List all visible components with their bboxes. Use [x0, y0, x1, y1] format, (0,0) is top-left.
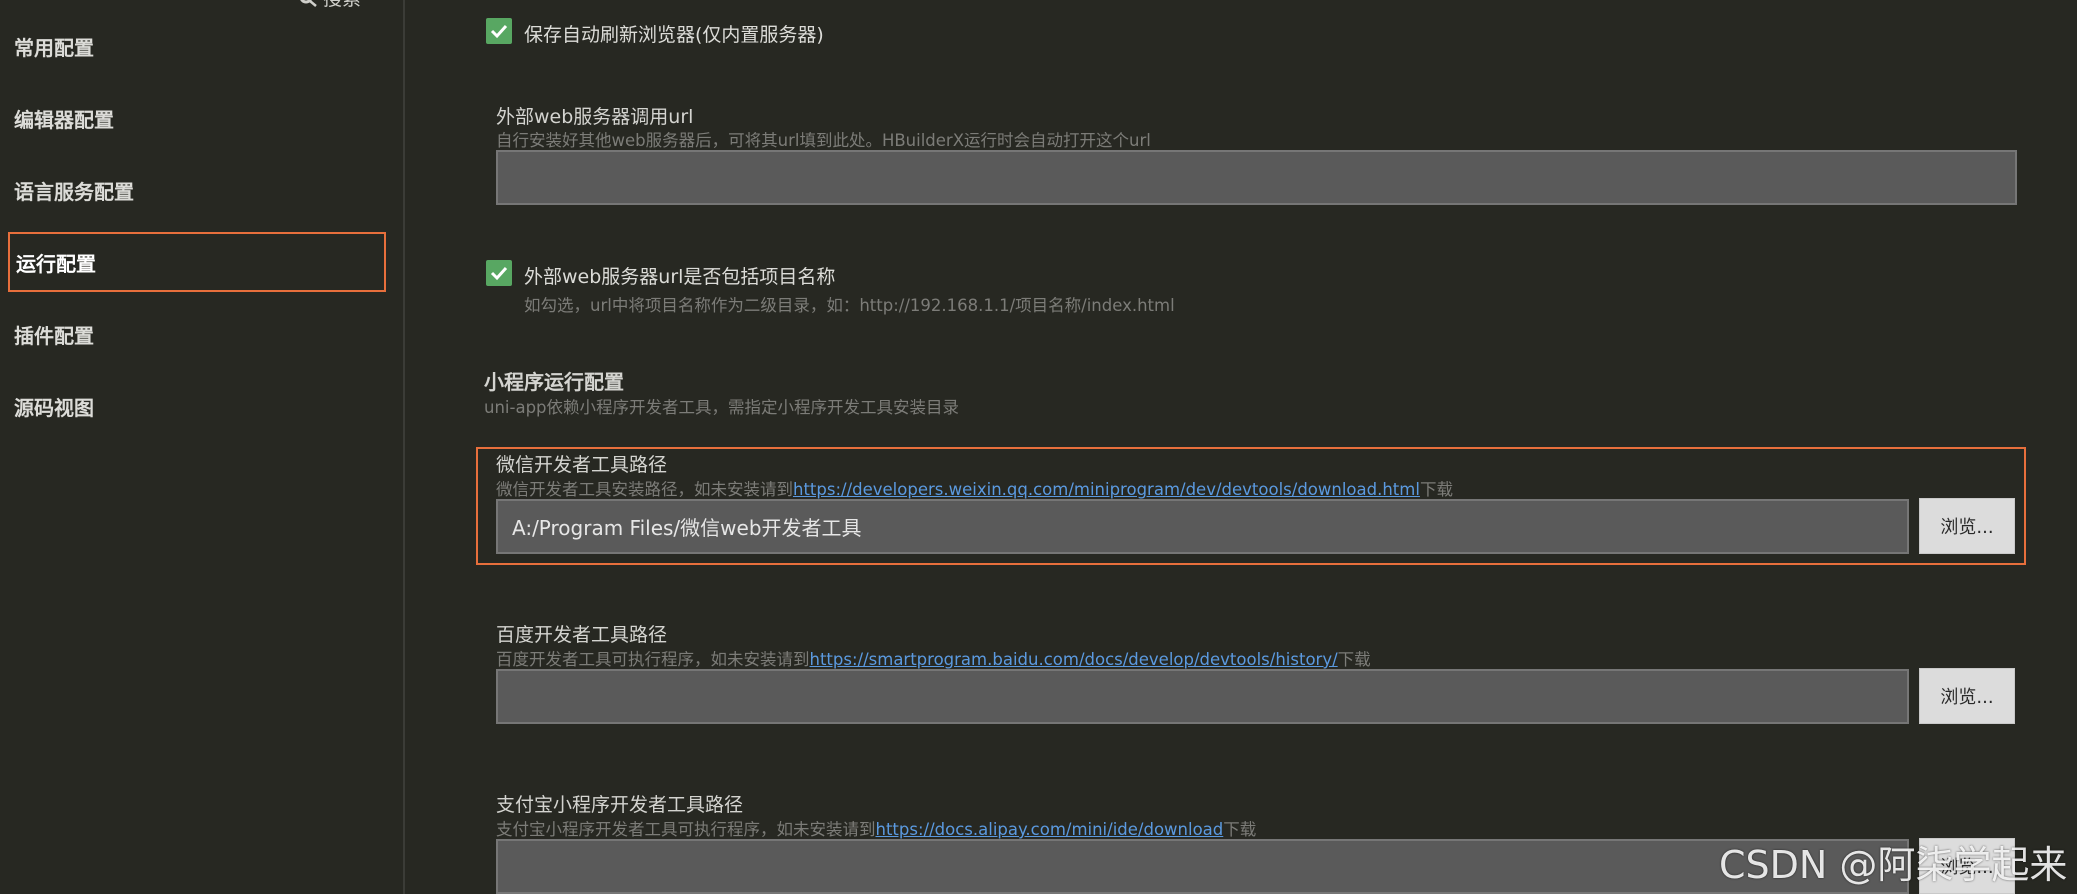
baidu-hint-prefix: 百度开发者工具可执行程序，如未安装请到	[496, 650, 810, 669]
alipay-download-link[interactable]: https://docs.alipay.com/mini/ide/downloa…	[876, 820, 1224, 839]
wechat-devtools-path-input[interactable]: A:/Program Files/微信web开发者工具	[496, 499, 1909, 554]
sidebar-item-label: 编辑器配置	[14, 107, 114, 132]
miniprogram-section-subtitle: uni-app依赖小程序开发者工具，需指定小程序开发工具安装目录	[484, 398, 960, 417]
wechat-download-link[interactable]: https://developers.weixin.qq.com/minipro…	[793, 480, 1420, 499]
sidebar-item-plugins[interactable]: 插件配置	[8, 304, 386, 364]
wechat-devtools-hint: 微信开发者工具安装路径，如未安装请到https://developers.wei…	[496, 476, 1453, 500]
check-icon	[490, 24, 508, 39]
alipay-hint-suffix: 下载	[1223, 820, 1257, 839]
baidu-download-link[interactable]: https://smartprogram.baidu.com/docs/deve…	[810, 650, 1338, 669]
sidebar-item-label: 运行配置	[16, 251, 96, 276]
baidu-devtools-path-input[interactable]	[496, 669, 1909, 724]
sidebar-search[interactable]: 搜索	[298, 0, 361, 11]
baidu-hint-suffix: 下载	[1337, 650, 1371, 669]
sidebar-item-label: 语言服务配置	[14, 179, 134, 204]
baidu-devtools-label: 百度开发者工具路径	[496, 624, 668, 646]
external-url-hint: 自行安装好其他web服务器后，可将其url填到此处。HBuilderX运行时会自…	[496, 131, 1151, 150]
external-url-label: 外部web服务器调用url	[496, 106, 694, 128]
alipay-devtools-path-input[interactable]	[496, 839, 1909, 894]
wechat-browse-button[interactable]: 浏览...	[1919, 498, 2015, 554]
sidebar-item-general[interactable]: 常用配置	[8, 16, 386, 76]
external-url-input[interactable]	[496, 150, 2017, 205]
miniprogram-section-title: 小程序运行配置	[484, 370, 624, 394]
sidebar-item-label: 常用配置	[14, 35, 94, 60]
sidebar-search-label: 搜索	[323, 0, 361, 11]
alipay-hint-prefix: 支付宝小程序开发者工具可执行程序，如未安装请到	[496, 820, 876, 839]
sidebar-item-run[interactable]: 运行配置	[8, 232, 386, 292]
sidebar-item-editor[interactable]: 编辑器配置	[8, 88, 386, 148]
wechat-devtools-label: 微信开发者工具路径	[496, 454, 668, 476]
sidebar-item-label: 插件配置	[14, 323, 94, 348]
include-project-name-label: 外部web服务器url是否包括项目名称	[524, 266, 836, 288]
wechat-hint-prefix: 微信开发者工具安装路径，如未安装请到	[496, 480, 793, 499]
auto-refresh-label: 保存自动刷新浏览器(仅内置服务器)	[524, 24, 824, 46]
alipay-devtools-hint: 支付宝小程序开发者工具可执行程序，如未安装请到https://docs.alip…	[496, 816, 1256, 840]
settings-sidebar: 搜索 常用配置 编辑器配置 语言服务配置 运行配置 插件配置 源码视图	[0, 0, 405, 894]
wechat-hint-suffix: 下载	[1419, 480, 1453, 499]
alipay-devtools-label: 支付宝小程序开发者工具路径	[496, 794, 744, 816]
include-project-name-checkbox[interactable]	[486, 260, 512, 286]
check-icon	[490, 266, 508, 281]
baidu-devtools-hint: 百度开发者工具可执行程序，如未安装请到https://smartprogram.…	[496, 646, 1371, 670]
run-settings-panel: 保存自动刷新浏览器(仅内置服务器) 外部web服务器调用url 自行安装好其他w…	[405, 0, 2077, 894]
sidebar-item-language-service[interactable]: 语言服务配置	[8, 160, 386, 220]
auto-refresh-checkbox[interactable]	[486, 18, 512, 44]
gear-icon	[300, 0, 317, 7]
include-project-name-hint: 如勾选，url中将项目名称作为二级目录，如：http://192.168.1.1…	[524, 296, 1175, 315]
watermark: CSDN @阿柒学起来	[1719, 843, 2068, 887]
sidebar-item-label: 源码视图	[14, 395, 94, 420]
baidu-browse-button[interactable]: 浏览...	[1919, 668, 2015, 724]
sidebar-item-source-view[interactable]: 源码视图	[8, 376, 386, 436]
